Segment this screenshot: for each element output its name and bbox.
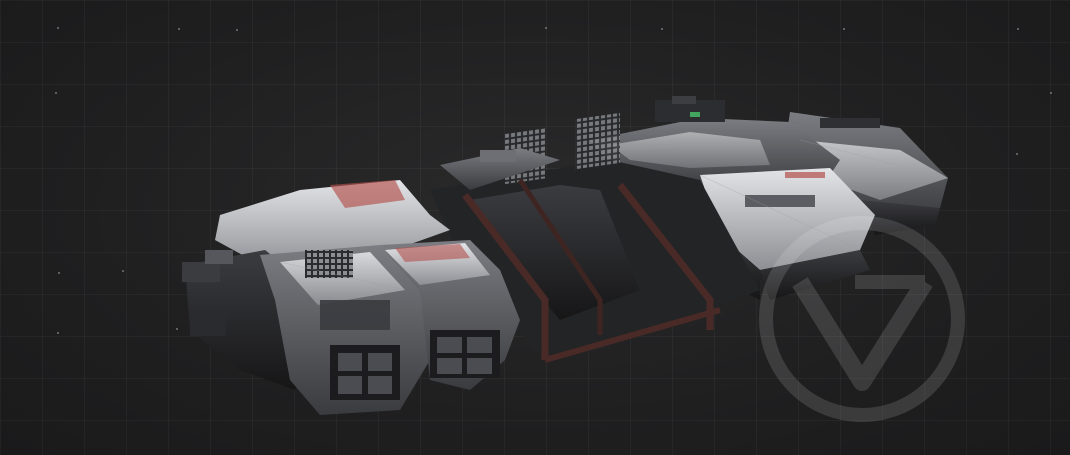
circle-v-logo-icon bbox=[759, 216, 965, 422]
model-viewer-canvas[interactable] bbox=[0, 0, 1070, 455]
